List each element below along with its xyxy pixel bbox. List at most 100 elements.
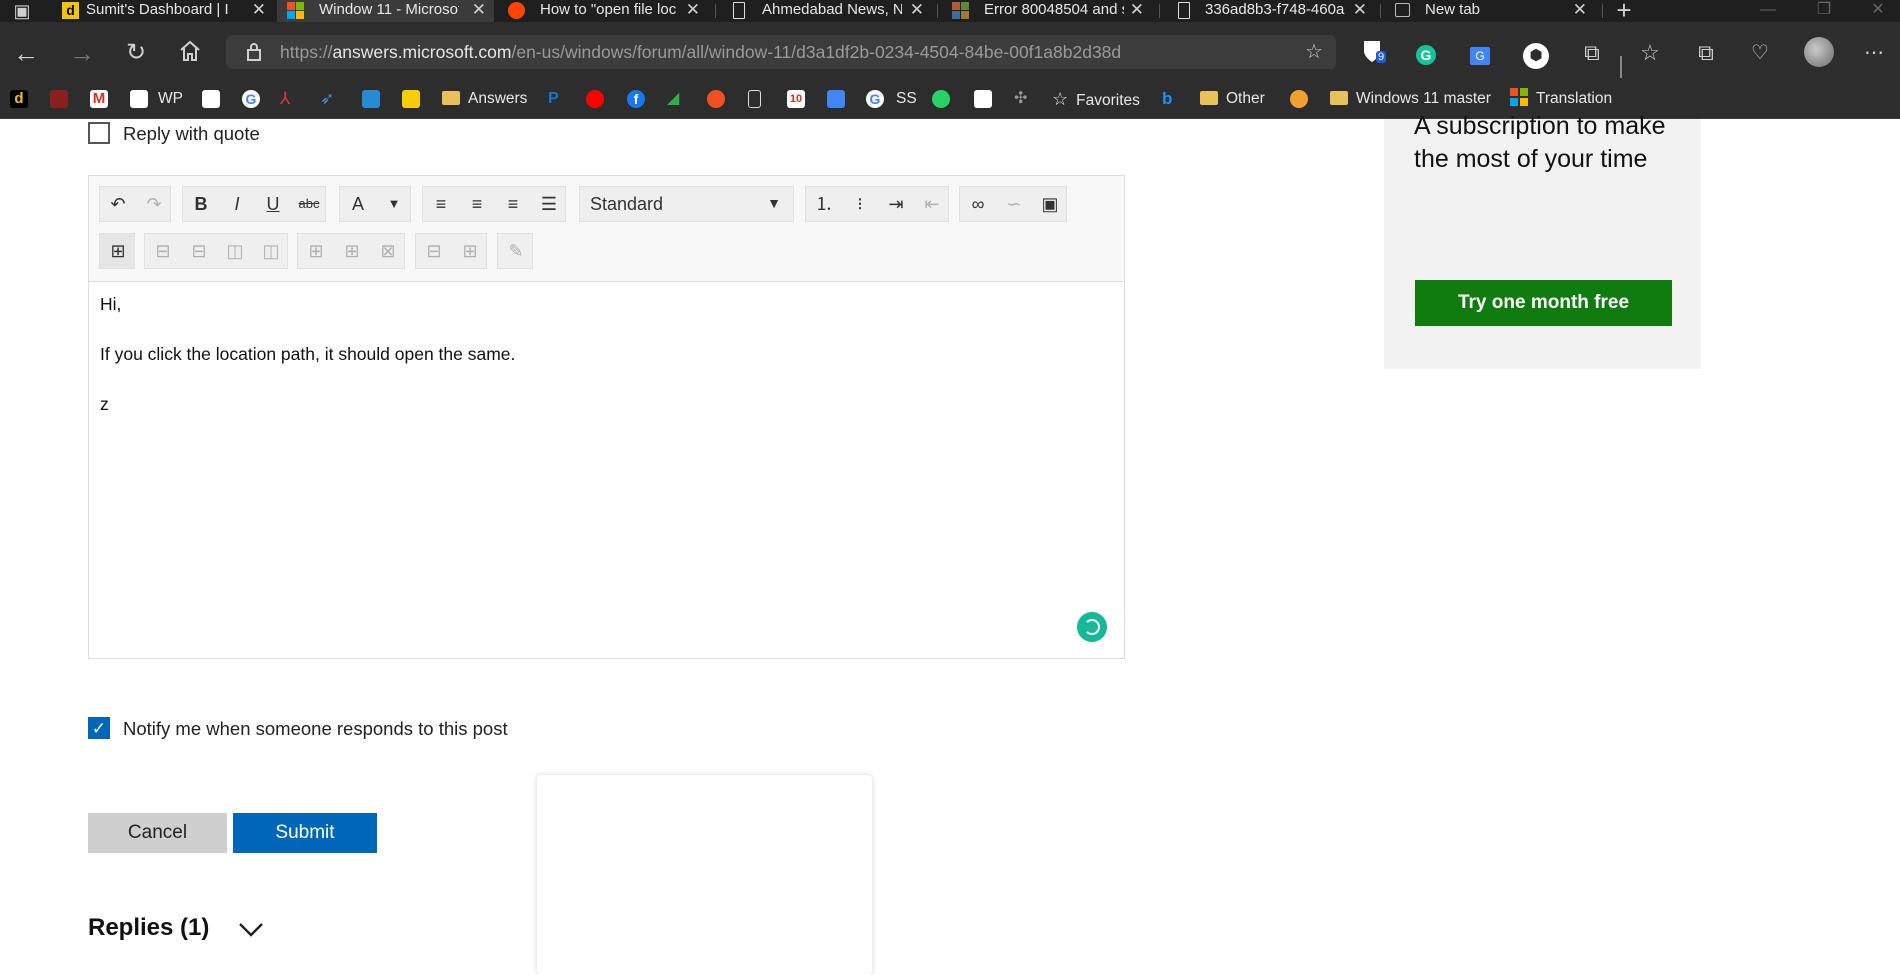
bookmark-wp[interactable]: WP <box>158 88 183 110</box>
bookmark-ss[interactable]: SS <box>896 88 917 110</box>
extensions-puzzle-icon[interactable]: ⧉ <box>1578 39 1606 67</box>
restore-icon[interactable]: ❐ <box>1810 0 1838 24</box>
refresh-icon[interactable]: ↻ <box>122 39 150 67</box>
tab-error-80048504[interactable]: Error 80048504 and s ✕ <box>942 0 1152 22</box>
close-icon[interactable]: ✕ <box>472 0 486 20</box>
flipkart-icon[interactable] <box>402 90 420 108</box>
delete-table-icon[interactable]: ✎ <box>498 234 534 268</box>
translate-icon[interactable] <box>827 90 845 108</box>
profile-avatar-icon[interactable] <box>1804 37 1834 67</box>
tab-ahmedabad-news[interactable]: Ahmedabad News, N ✕ <box>720 0 932 22</box>
delete-cell-icon[interactable]: ⊠ <box>370 234 406 268</box>
unlink-icon[interactable]: ∽ <box>996 187 1032 221</box>
merge-cells-icon[interactable]: ⊞ <box>298 234 334 268</box>
cancel-button[interactable]: Cancel <box>88 813 227 853</box>
outdent-icon[interactable]: ⇤ <box>914 187 950 221</box>
chevron-down-icon[interactable] <box>237 915 265 943</box>
font-color-icon[interactable]: A <box>340 187 376 221</box>
delete-row-icon[interactable]: ⊟ <box>416 234 452 268</box>
feedly-icon[interactable]: ◢ <box>667 90 685 108</box>
url-text[interactable]: https://answers.microsoft.com/en-us/wind… <box>280 42 1121 63</box>
align-right-icon[interactable]: ≡ <box>495 187 531 221</box>
insert-table-icon[interactable]: ⊞ <box>100 234 136 268</box>
hexagon-extension-icon[interactable]: ⬢ <box>1522 39 1550 69</box>
format-select[interactable]: Standard ▼ <box>579 186 794 222</box>
delete-column-icon[interactable]: ⊞ <box>452 234 488 268</box>
close-icon[interactable]: ✕ <box>1573 0 1587 20</box>
google-icon[interactable]: G <box>242 90 260 108</box>
close-icon[interactable]: ✕ <box>910 0 924 20</box>
d-icon[interactable]: d <box>10 90 28 108</box>
whatsapp-icon[interactable] <box>932 90 950 108</box>
sbi-icon[interactable] <box>362 90 380 108</box>
adobe-icon[interactable]: ⅄ <box>280 90 298 108</box>
home-icon[interactable] <box>176 39 204 67</box>
address-bar[interactable]: https://answers.microsoft.com/en-us/wind… <box>226 35 1336 69</box>
split-cells-icon[interactable]: ⊞ <box>334 234 370 268</box>
grammarly-icon[interactable]: G <box>1412 39 1440 67</box>
underline-icon[interactable]: U <box>255 187 291 221</box>
tab-sumits-dashboard[interactable]: d Sumit's Dashboard | I ✕ <box>52 0 274 22</box>
new-tab-plus-icon[interactable]: + <box>1610 0 1638 24</box>
bullet-list-icon[interactable]: ⁝ <box>842 187 878 221</box>
calendar-icon[interactable]: 10 <box>787 90 805 108</box>
paypal-icon[interactable]: P <box>548 90 566 108</box>
bing-icon[interactable]: b <box>1162 90 1180 108</box>
bird-icon[interactable]: ➶ <box>320 90 338 108</box>
facebook-icon[interactable]: f <box>627 90 645 108</box>
back-icon[interactable]: ← <box>12 39 40 67</box>
pixel-icon[interactable]: ✣ <box>1014 90 1032 108</box>
youtube-icon[interactable] <box>586 90 604 108</box>
close-icon[interactable]: ✕ <box>252 0 266 20</box>
bookmark-answers[interactable]: Answers <box>442 88 527 110</box>
wp-icon[interactable] <box>130 90 148 108</box>
bookmark-windows-11-master[interactable]: Windows 11 master <box>1330 88 1491 110</box>
tab-new-tab[interactable]: New tab ✕ <box>1385 0 1595 22</box>
insert-column-left-icon[interactable]: ◫ <box>217 234 253 268</box>
lock-icon[interactable] <box>246 42 262 67</box>
avatar-icon[interactable] <box>1290 90 1308 108</box>
tab-336ad8b3[interactable]: 336ad8b3-f748-460a ✕ <box>1165 0 1375 22</box>
bookmark-other[interactable]: Other <box>1200 88 1265 110</box>
strikethrough-icon[interactable]: abc <box>291 187 327 221</box>
bitwarden-icon[interactable]: 9 <box>1358 39 1387 67</box>
browser-essentials-icon[interactable]: ♡ <box>1746 39 1774 67</box>
editor-body[interactable]: Hi, If you click the location path, it s… <box>100 294 515 444</box>
try-one-month-free-button[interactable]: Try one month free <box>1415 280 1672 326</box>
bookmark-translation[interactable]: Translation <box>1510 88 1612 110</box>
bookmark-favorites[interactable]: ☆ Favorites <box>1052 88 1140 110</box>
bold-icon[interactable]: B <box>183 187 219 221</box>
sun-icon[interactable] <box>707 90 725 108</box>
tab-window-11-microsoft[interactable]: Window 11 - Microsof ✕ <box>277 0 494 22</box>
notify-checkbox[interactable]: ✓ <box>88 717 110 739</box>
window-close-icon[interactable]: ✕ <box>1864 0 1892 24</box>
close-icon[interactable]: ✕ <box>1353 0 1367 20</box>
minimize-icon[interactable]: — <box>1754 0 1782 24</box>
add-favorite-icon[interactable]: ☆ <box>1300 38 1328 66</box>
indent-icon[interactable]: ⇥ <box>878 187 914 221</box>
favorites-icon[interactable]: ☆ <box>1636 39 1664 67</box>
numbered-list-icon[interactable]: ⒈ <box>806 187 842 221</box>
settings-more-icon[interactable]: ⋯ <box>1860 39 1888 67</box>
italic-icon[interactable]: I <box>219 187 255 221</box>
insert-row-below-icon[interactable]: ⊟ <box>181 234 217 268</box>
insert-row-above-icon[interactable]: ⊟ <box>145 234 181 268</box>
reply-with-quote-checkbox[interactable] <box>88 122 110 144</box>
redo-icon[interactable]: ↷ <box>136 187 172 221</box>
rss-icon[interactable] <box>50 90 68 108</box>
link-icon[interactable]: ∞ <box>960 187 996 221</box>
collections-icon[interactable]: ⧉ <box>1692 39 1720 67</box>
pocket-icon[interactable] <box>974 90 992 108</box>
image-icon[interactable]: ▣ <box>1032 187 1068 221</box>
gmail-icon[interactable]: M <box>90 90 108 108</box>
tab-reddit-open-file-location[interactable]: How to "open file loc ✕ <box>498 0 708 22</box>
grammarly-status-icon[interactable] <box>1077 612 1107 642</box>
align-center-icon[interactable]: ≡ <box>459 187 495 221</box>
translate-extension-icon[interactable]: G <box>1466 39 1494 67</box>
google-icon[interactable]: G <box>866 90 884 108</box>
font-color-dropdown-icon[interactable]: ▼ <box>376 187 412 221</box>
close-icon[interactable]: ✕ <box>1130 0 1144 20</box>
insert-column-right-icon[interactable]: ◫ <box>253 234 289 268</box>
page-icon[interactable] <box>748 90 761 108</box>
forward-icon[interactable]: → <box>68 39 96 67</box>
